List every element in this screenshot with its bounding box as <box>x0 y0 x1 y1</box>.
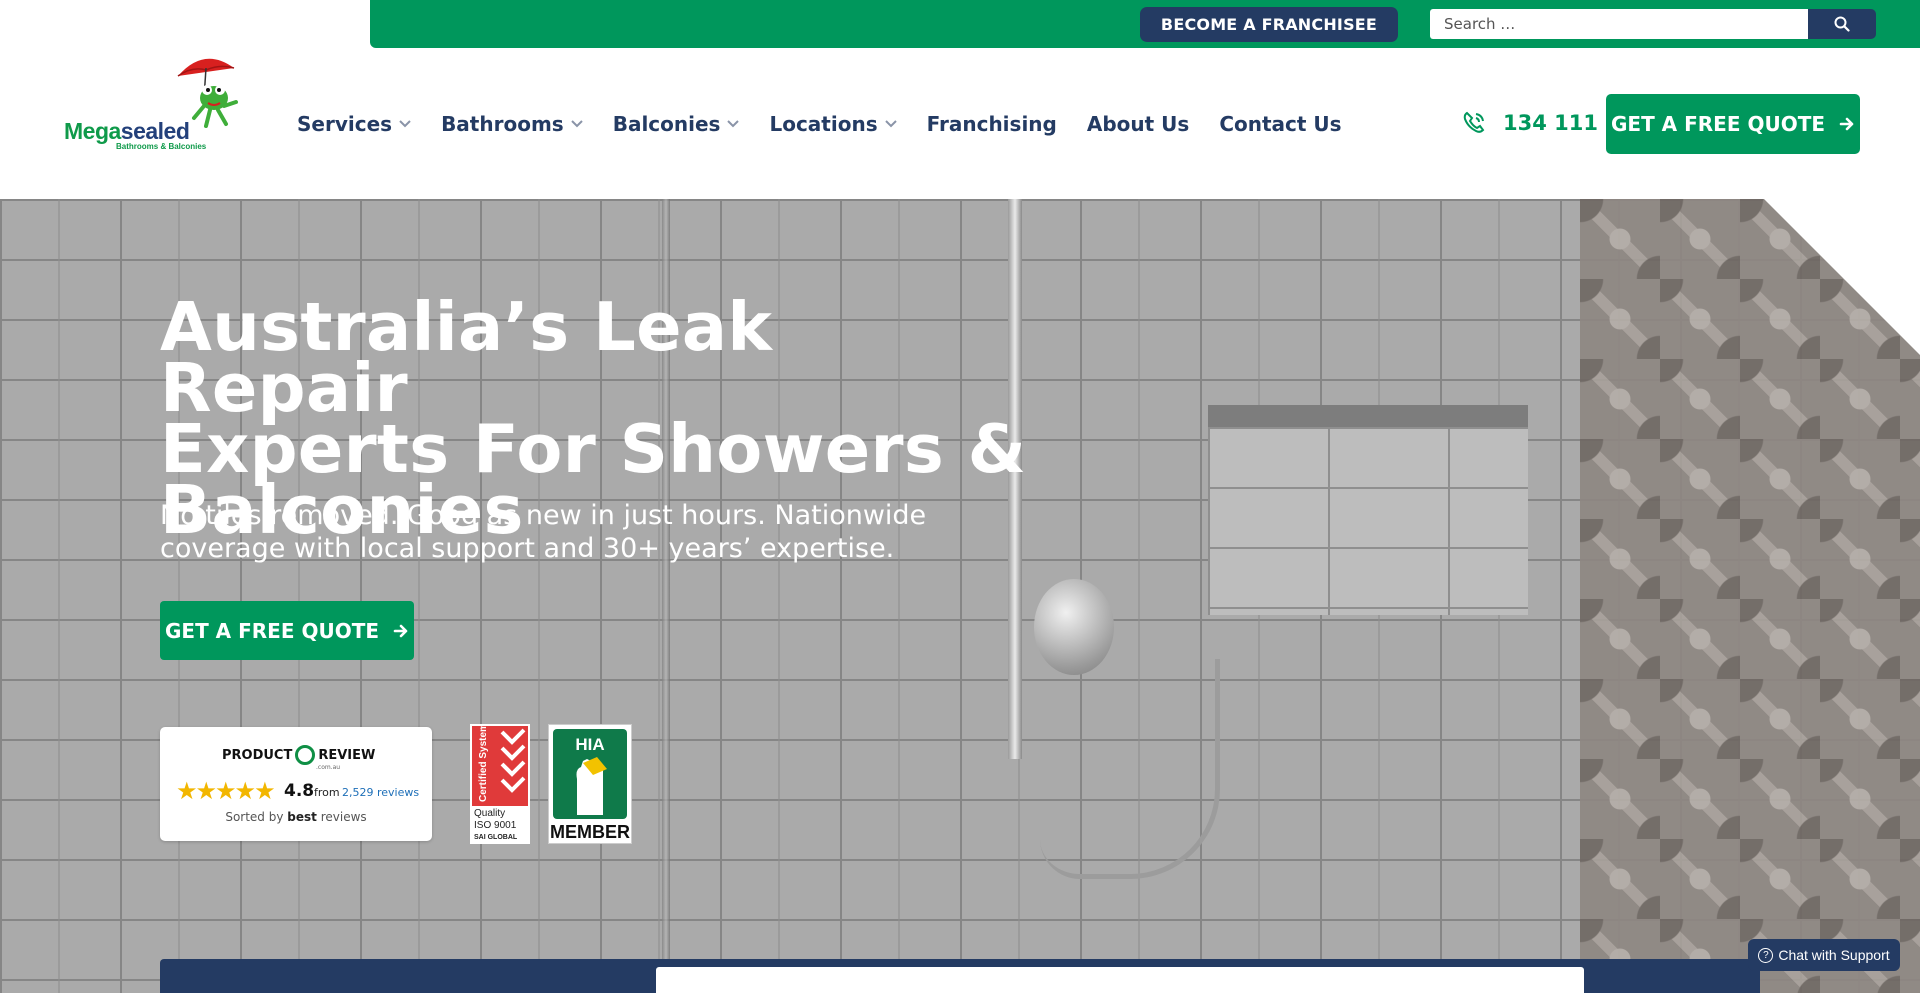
frog-umbrella-mascot-icon <box>177 58 238 128</box>
star-icon: ★ <box>215 777 237 805</box>
star-icon: ★ <box>195 777 218 805</box>
hia-member-badge: HIA MEMBER <box>548 724 632 844</box>
review-count-link[interactable]: 2,529 reviews <box>342 786 419 799</box>
chevron-down-icon <box>884 120 897 128</box>
nav-item-about-us[interactable]: About Us <box>1087 112 1189 136</box>
magnifier-icon <box>295 745 316 765</box>
site-header: Megasealed Bathrooms & Balconies Service… <box>0 48 1920 199</box>
nav-item-bathrooms[interactable]: Bathrooms <box>441 112 583 136</box>
product-review-widget[interactable]: PRODUCT REVIEW .com.au ★ ★ ★ ★ ★ 4.8 from 2,… <box>160 727 432 841</box>
hia-hand-icon <box>576 757 607 815</box>
shower-niche <box>1208 405 1528 615</box>
become-franchisee-button[interactable]: BECOME A FRANCHISEE <box>1140 7 1398 42</box>
logo-wordmark: Megasealed <box>64 118 190 144</box>
search-icon <box>1834 16 1850 32</box>
star-icon: ★ <box>254 777 276 805</box>
chevron-down-icon <box>399 120 411 128</box>
nav-item-balconies[interactable]: Balconies <box>613 112 740 136</box>
nav-item-services[interactable]: Services <box>297 112 411 136</box>
checkmarks-icon: Certified System <box>478 723 526 802</box>
product-review-domain: .com.au <box>316 764 341 771</box>
nav-item-franchising[interactable]: Franchising <box>927 112 1057 136</box>
star-icon: ★ <box>234 777 257 805</box>
main-nav: Services Bathrooms Balconies Locations F… <box>297 112 1372 136</box>
hero-section: Australia’s Leak Repair Experts For Show… <box>0 199 1920 993</box>
star-icon: ★ <box>176 777 198 805</box>
quote-form-panel <box>656 967 1584 993</box>
search-button[interactable] <box>1808 9 1876 39</box>
star-rating: ★ ★ ★ ★ ★ <box>176 777 276 805</box>
top-utility-bar: BECOME A FRANCHISEE <box>370 0 1920 48</box>
phone-link[interactable]: 134 111 <box>1461 110 1598 136</box>
search-form <box>1430 9 1876 39</box>
hero-subtitle: No tiles removed. Good as new in just ho… <box>160 500 927 564</box>
hero-corner-cut <box>1764 199 1920 409</box>
chevron-down-icon <box>570 120 583 128</box>
nav-item-contact-us[interactable]: Contact Us <box>1219 112 1341 136</box>
page: BECOME A FRANCHISEE Me <box>0 0 1920 993</box>
get-free-quote-button-header[interactable]: GET A FREE QUOTE <box>1606 94 1860 154</box>
iso-9001-badge: Certified System Quality ISO 9001 SAI GLO… <box>470 723 530 844</box>
get-free-quote-button-hero[interactable]: GET A FREE QUOTE <box>160 601 414 660</box>
rating-from: from <box>314 786 340 799</box>
phone-icon <box>1463 111 1485 133</box>
chevron-down-icon <box>727 120 740 128</box>
megasealed-logo[interactable]: Megasealed Bathrooms & Balconies <box>64 48 254 158</box>
rating-value: 4.8 <box>284 781 315 801</box>
search-input[interactable] <box>1430 9 1808 39</box>
phone-number: 134 111 <box>1503 111 1598 135</box>
product-review-logo: PRODUCT REVIEW <box>222 745 375 765</box>
logo-tagline: Bathrooms & Balconies <box>116 142 207 151</box>
arrow-right-icon <box>1839 117 1854 131</box>
svg-text:Certified System: Certified System <box>478 726 489 802</box>
nav-item-locations[interactable]: Locations <box>769 112 897 136</box>
arrow-right-icon <box>393 624 408 637</box>
chat-with-support-button[interactable]: ? Chat with Support <box>1748 939 1900 971</box>
shower-hose <box>1040 659 1220 879</box>
sorted-by-text: Sorted by best reviews <box>225 810 367 824</box>
help-icon: ? <box>1758 947 1774 963</box>
